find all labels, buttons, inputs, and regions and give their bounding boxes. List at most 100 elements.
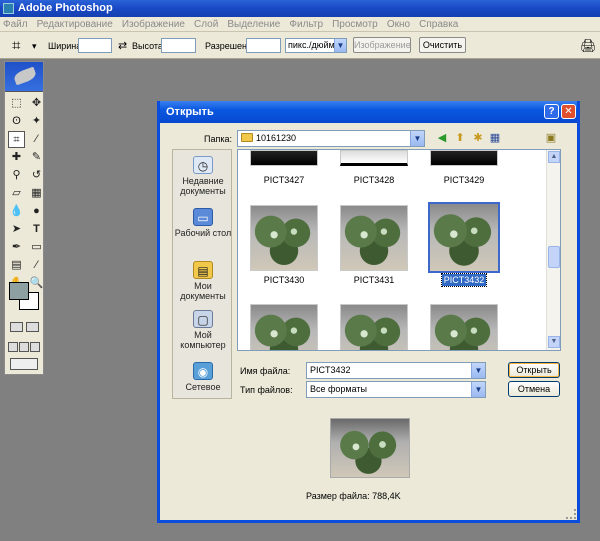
view-menu-icon[interactable]: ▦	[488, 131, 502, 145]
file-name[interactable]: PICT3427	[250, 175, 318, 185]
file-name[interactable]: PICT3429	[430, 175, 498, 185]
crop-tool-button-icon[interactable]: ⌗	[8, 131, 25, 148]
history-brush-icon[interactable]: ↺	[28, 167, 45, 184]
screen-mode-full-menu-icon[interactable]	[19, 342, 29, 352]
tool-preset-arrow-icon[interactable]: ▾	[32, 41, 37, 52]
units-value: пикс./дюйм	[288, 40, 335, 50]
menu-view[interactable]: Просмотр	[329, 17, 381, 32]
file-name-selected[interactable]: PICT3432	[430, 273, 498, 287]
screen-mode-standard-icon[interactable]	[8, 342, 18, 352]
move-tool-icon[interactable]: ✥	[28, 95, 45, 112]
blur-tool-icon[interactable]: 💧	[8, 203, 25, 220]
clone-stamp-icon[interactable]: ⚲	[8, 167, 25, 184]
notes-tool-icon[interactable]: ▤	[8, 257, 25, 274]
place-network[interactable]: ◉ Сетевое	[173, 362, 233, 392]
menu-filter[interactable]: Фильтр	[286, 17, 326, 32]
marquee-tool-icon[interactable]: ⬚	[8, 95, 25, 112]
eraser-tool-icon[interactable]: ▱	[8, 185, 25, 202]
units-select[interactable]: пикс./дюйм ▼	[285, 38, 347, 53]
menu-file[interactable]: Файл	[0, 17, 31, 32]
swap-icon[interactable]: ⇄	[118, 39, 127, 52]
width-input[interactable]	[78, 38, 112, 53]
scroll-up-icon[interactable]: ▲	[548, 151, 560, 163]
cancel-button[interactable]: Отмена	[508, 381, 560, 397]
crop-tool-icon[interactable]: ⌗	[12, 38, 20, 53]
menu-help[interactable]: Справка	[416, 17, 461, 32]
lasso-tool-icon[interactable]: ʘ	[8, 113, 25, 130]
thumbnail[interactable]	[340, 205, 408, 271]
file-list-view[interactable]: PICT3427 PICT3428 PICT3429 PICT3430 PICT…	[237, 149, 561, 351]
file-list-scrollbar[interactable]: ▲ ▼	[546, 150, 560, 350]
folder-value: 10161230	[256, 133, 297, 143]
type-tool-icon[interactable]: T	[28, 221, 45, 238]
quick-mask-icon[interactable]	[26, 322, 39, 332]
palette-well-icon[interactable]: 🖨	[580, 38, 597, 54]
close-button-icon[interactable]: ✕	[561, 104, 576, 119]
menu-image[interactable]: Изображение	[119, 17, 188, 32]
folder-arrow-icon[interactable]: ▼	[410, 131, 424, 146]
shape-tool-icon[interactable]: ▭	[28, 239, 45, 256]
folder-select[interactable]: 10161230 ▼	[237, 130, 425, 147]
new-folder-icon[interactable]: ✱	[471, 131, 485, 145]
filename-input[interactable]: PICT3432 ▼	[306, 362, 486, 379]
thumbnail[interactable]	[340, 304, 408, 350]
jump-to-imageready-icon[interactable]	[10, 358, 38, 370]
scroll-down-icon[interactable]: ▼	[548, 336, 560, 348]
pen-tool-icon[interactable]: ✒	[8, 239, 25, 256]
filename-value: PICT3432	[310, 365, 351, 375]
filetype-value: Все форматы	[310, 384, 368, 394]
screen-mode-full-icon[interactable]	[30, 342, 40, 352]
place-my-documents[interactable]: ▤ Мои документы	[173, 261, 233, 301]
foreground-color-swatch[interactable]	[9, 282, 29, 300]
file-name[interactable]: PICT3428	[340, 175, 408, 185]
height-input[interactable]	[161, 38, 196, 53]
units-arrow-icon[interactable]: ▼	[334, 39, 346, 52]
up-folder-icon[interactable]: ⬆	[453, 131, 467, 145]
eyedropper-tool-icon[interactable]: ⁄	[28, 257, 45, 274]
scroll-thumb[interactable]	[548, 246, 560, 268]
my-documents-icon: ▤	[193, 261, 213, 279]
resize-grip-icon[interactable]	[566, 509, 576, 519]
place-my-computer-label: Мой компьютер	[180, 330, 226, 350]
folder-icon	[241, 133, 253, 142]
clear-button[interactable]: Очистить	[419, 37, 466, 53]
menu-edit[interactable]: Редактирование	[34, 17, 116, 32]
thumbnail[interactable]	[430, 150, 498, 166]
slice-tool-icon[interactable]: ⁄	[28, 131, 45, 148]
filename-arrow-icon[interactable]: ▼	[471, 363, 485, 378]
back-icon[interactable]: ◀	[435, 131, 449, 145]
menu-layer[interactable]: Слой	[191, 17, 221, 32]
file-name[interactable]: PICT3431	[340, 275, 408, 285]
thumbnail-selected[interactable]	[428, 202, 500, 273]
path-select-icon[interactable]: ➤	[8, 221, 25, 238]
zoom-tool-icon[interactable]: 🔍	[28, 275, 45, 292]
filetype-select[interactable]: Все форматы ▼	[306, 381, 486, 398]
thumbnail[interactable]	[250, 304, 318, 350]
filetype-label: Тип файлов:	[240, 385, 293, 395]
healing-brush-icon[interactable]: ✚	[8, 149, 25, 166]
open-button[interactable]: Открыть	[508, 362, 560, 378]
app-title: Adobe Photoshop	[18, 2, 113, 14]
dodge-tool-icon[interactable]: ●	[28, 203, 45, 220]
image-button[interactable]: Изображение	[353, 37, 411, 53]
menu-select[interactable]: Выделение	[224, 17, 283, 32]
place-desktop[interactable]: ▭ Рабочий стол	[173, 208, 233, 238]
thumbnail[interactable]	[250, 205, 318, 271]
standard-mode-icon[interactable]	[10, 322, 23, 332]
resolution-input[interactable]	[246, 38, 281, 53]
thumbnail[interactable]	[340, 150, 408, 166]
place-my-computer[interactable]: ▢ Мой компьютер	[173, 310, 233, 350]
menu-window[interactable]: Окно	[384, 17, 413, 32]
gradient-tool-icon[interactable]: ▦	[28, 185, 45, 202]
dialog-title: Открыть	[166, 106, 214, 118]
place-recent[interactable]: ◷ Недавние документы	[173, 156, 233, 196]
thumbnail[interactable]	[430, 304, 498, 350]
help-button-icon[interactable]: ?	[544, 104, 559, 119]
folder-browse-icon[interactable]: ▣	[544, 131, 558, 145]
brush-tool-icon[interactable]: ✎	[28, 149, 45, 166]
filetype-arrow-icon[interactable]: ▼	[471, 382, 485, 397]
menu-bar: Файл Редактирование Изображение Слой Выд…	[0, 17, 600, 32]
file-name[interactable]: PICT3430	[250, 275, 318, 285]
magic-wand-tool-icon[interactable]: ✦	[28, 113, 45, 130]
thumbnail[interactable]	[250, 150, 318, 166]
